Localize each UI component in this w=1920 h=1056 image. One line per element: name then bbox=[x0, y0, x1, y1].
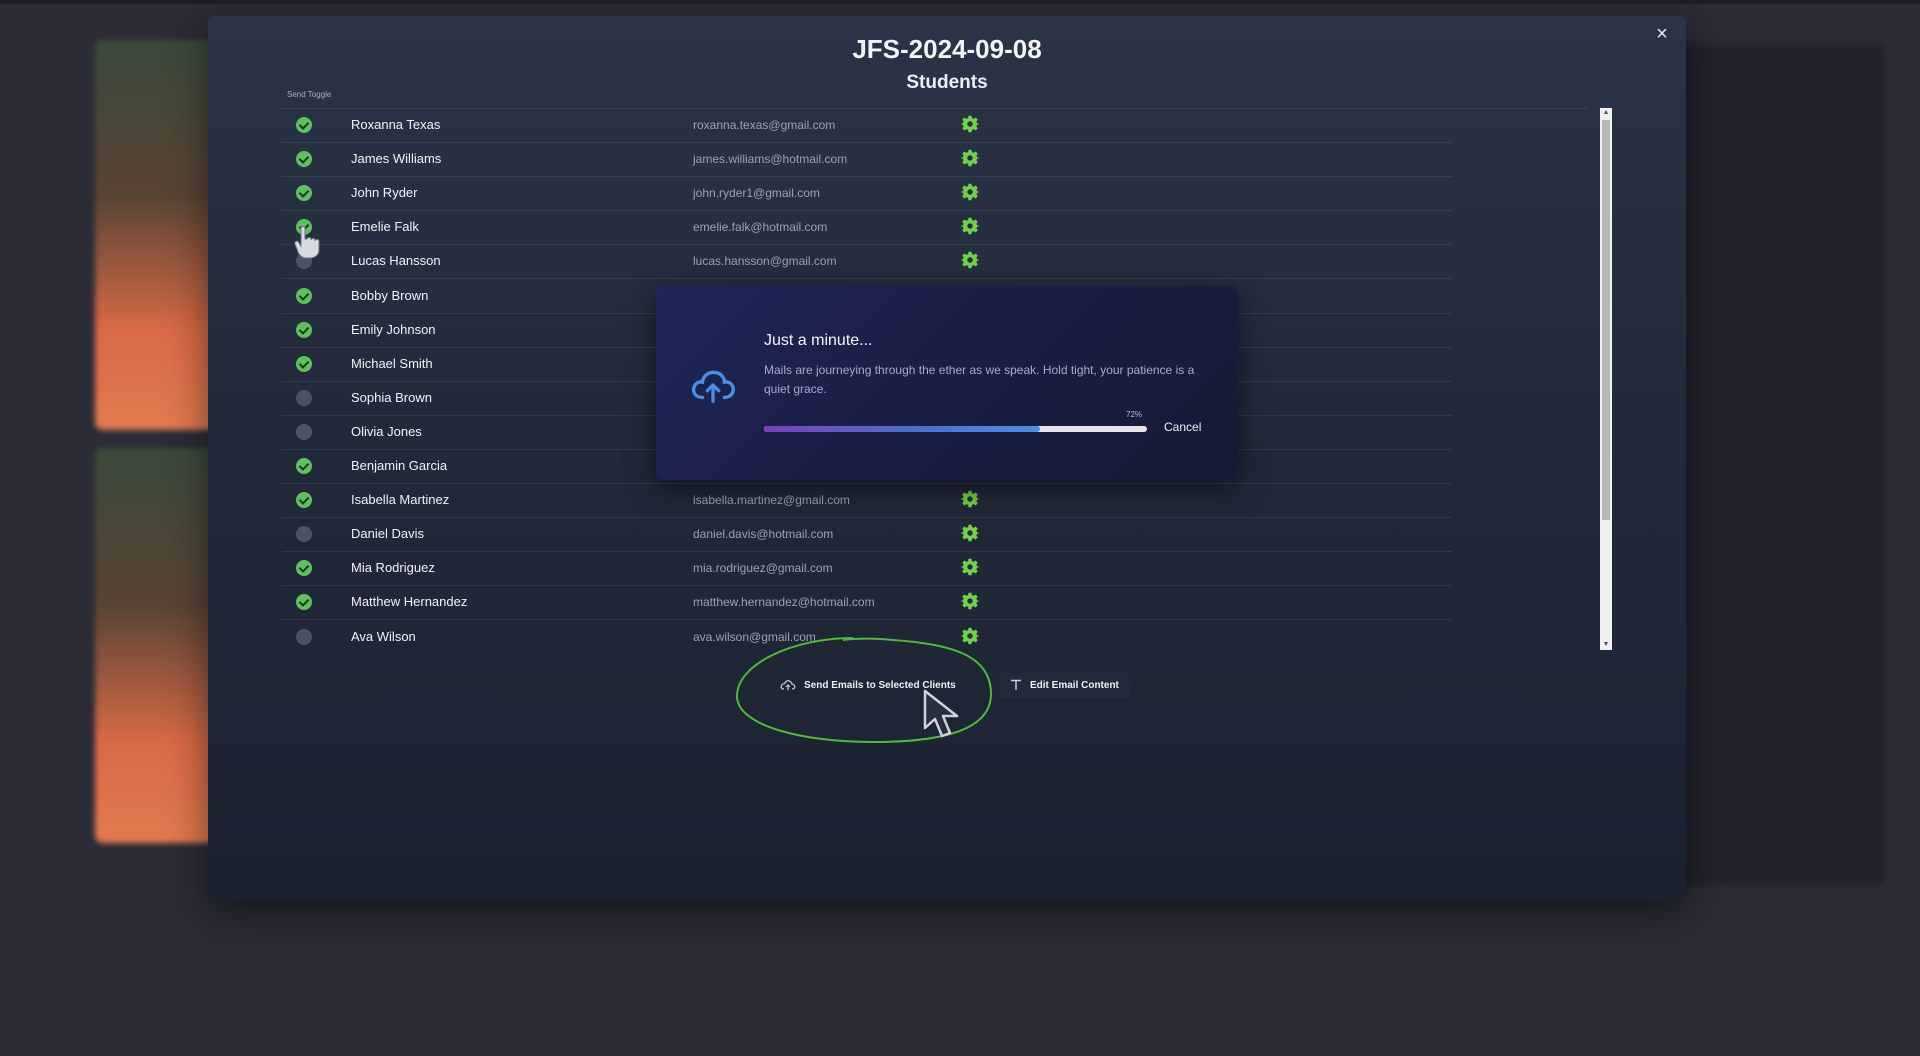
student-name: Michael Smith bbox=[351, 355, 433, 371]
modal-title: JFS-2024-09-08 bbox=[852, 34, 1042, 64]
send-toggle[interactable] bbox=[296, 321, 312, 338]
student-name: Daniel Davis bbox=[351, 526, 424, 542]
progress-dialog: Just a minute... Mails are journeying th… bbox=[656, 286, 1238, 480]
background-thumbnail bbox=[95, 448, 215, 843]
send-toggle[interactable] bbox=[296, 287, 312, 304]
gear-icon[interactable] bbox=[961, 115, 979, 133]
cloud-upload-icon bbox=[780, 680, 796, 691]
student-row: Emelie Falk emelie.falk@hotmail.com bbox=[282, 211, 1582, 246]
student-name: Olivia Jones bbox=[351, 423, 422, 439]
student-email: lucas.hansson@gmail.com bbox=[693, 254, 837, 269]
send-toggle-header: Send Toggle bbox=[287, 90, 332, 99]
student-name: Sophia Brown bbox=[351, 389, 432, 405]
student-name: Roxanna Texas bbox=[351, 117, 441, 132]
student-row: Isabella Martinez isabella.martinez@gmail… bbox=[282, 484, 1582, 519]
student-name: Mia Rodriguez bbox=[351, 560, 435, 576]
student-row: Matthew Hernandez matthew.hernandez@hotma… bbox=[282, 586, 1582, 621]
scrollbar-thumb[interactable] bbox=[1602, 120, 1610, 520]
student-name: Benjamin Garcia bbox=[351, 458, 448, 473]
student-row: Lucas Hansson lucas.hansson@gmail.com bbox=[282, 245, 1582, 280]
send-toggle[interactable] bbox=[296, 526, 312, 543]
progress-bar-fill bbox=[764, 426, 1040, 432]
modal-subtitle: Students bbox=[906, 72, 988, 93]
send-toggle[interactable] bbox=[296, 423, 312, 440]
student-name: John Ryder bbox=[351, 185, 418, 201]
edit-email-content-button[interactable]: Edit Email Content bbox=[1000, 672, 1129, 698]
send-toggle[interactable] bbox=[296, 492, 312, 509]
send-toggle[interactable] bbox=[296, 151, 312, 168]
student-name: Emelie Falk bbox=[351, 219, 419, 235]
send-toggle[interactable] bbox=[296, 560, 312, 577]
top-bar bbox=[0, 0, 1920, 4]
gear-icon[interactable] bbox=[961, 524, 979, 542]
progress-percent: 72% bbox=[1126, 410, 1143, 419]
student-name: Ava Wilson bbox=[351, 628, 416, 644]
send-toggle[interactable] bbox=[296, 628, 312, 645]
scroll-up-icon[interactable]: ▲ bbox=[1600, 108, 1612, 118]
send-toggle[interactable] bbox=[296, 117, 312, 133]
student-name: Emily Johnson bbox=[351, 321, 436, 337]
student-email: james.williams@hotmail.com bbox=[693, 152, 848, 167]
student-name: Matthew Hernandez bbox=[351, 594, 468, 610]
scroll-down-icon[interactable]: ▼ bbox=[1600, 640, 1612, 650]
gear-icon[interactable] bbox=[961, 149, 979, 167]
student-email: mia.rodriguez@gmail.com bbox=[693, 561, 833, 576]
gear-icon[interactable] bbox=[961, 490, 979, 508]
hand-cursor-icon bbox=[294, 226, 320, 259]
arrow-cursor-icon bbox=[923, 689, 959, 738]
student-email: daniel.davis@hotmail.com bbox=[693, 527, 834, 542]
send-toggle[interactable] bbox=[296, 458, 312, 474]
edit-email-label: Edit Email Content bbox=[1030, 679, 1119, 691]
gear-icon[interactable] bbox=[961, 558, 979, 576]
gear-icon[interactable] bbox=[961, 592, 979, 610]
student-row: Roxanna Texas roxanna.texas@gmail.com bbox=[282, 109, 1582, 143]
student-name: Bobby Brown bbox=[351, 287, 429, 303]
dialog-message: Mails are journeying through the ether a… bbox=[764, 363, 1195, 396]
gear-icon[interactable] bbox=[961, 183, 979, 201]
student-row: Daniel Davis daniel.davis@hotmail.com bbox=[282, 518, 1582, 553]
student-email: roxanna.texas@gmail.com bbox=[693, 118, 836, 132]
student-row: Mia Rodriguez mia.rodriguez@gmail.com bbox=[282, 552, 1582, 587]
student-row: John Ryder john.ryder1@gmail.com bbox=[282, 177, 1582, 212]
student-email: john.ryder1@gmail.com bbox=[693, 186, 820, 201]
student-name: James Williams bbox=[351, 151, 442, 167]
cloud-upload-icon bbox=[691, 370, 735, 403]
student-email: matthew.hernandez@hotmail.com bbox=[693, 595, 875, 610]
cancel-button[interactable]: Cancel bbox=[1164, 420, 1201, 434]
progress-bar bbox=[764, 426, 1147, 432]
dialog-title: Just a minute... bbox=[764, 332, 873, 349]
student-row: James Williams james.williams@hotmail.com bbox=[282, 143, 1582, 178]
send-toggle[interactable] bbox=[296, 594, 312, 611]
gear-icon[interactable] bbox=[961, 217, 979, 235]
send-toggle[interactable] bbox=[296, 355, 312, 372]
send-toggle[interactable] bbox=[296, 389, 312, 406]
student-name: Lucas Hansson bbox=[351, 253, 441, 269]
text-icon bbox=[1011, 679, 1021, 690]
send-toggle[interactable] bbox=[296, 185, 312, 202]
student-name: Isabella Martinez bbox=[351, 492, 450, 508]
student-email: emelie.falk@hotmail.com bbox=[693, 220, 828, 235]
scrollbar[interactable]: ▲ ▼ bbox=[1600, 108, 1612, 650]
background-thumbnail bbox=[95, 40, 215, 430]
student-email: isabella.martinez@gmail.com bbox=[693, 493, 850, 508]
gear-icon[interactable] bbox=[961, 251, 979, 269]
